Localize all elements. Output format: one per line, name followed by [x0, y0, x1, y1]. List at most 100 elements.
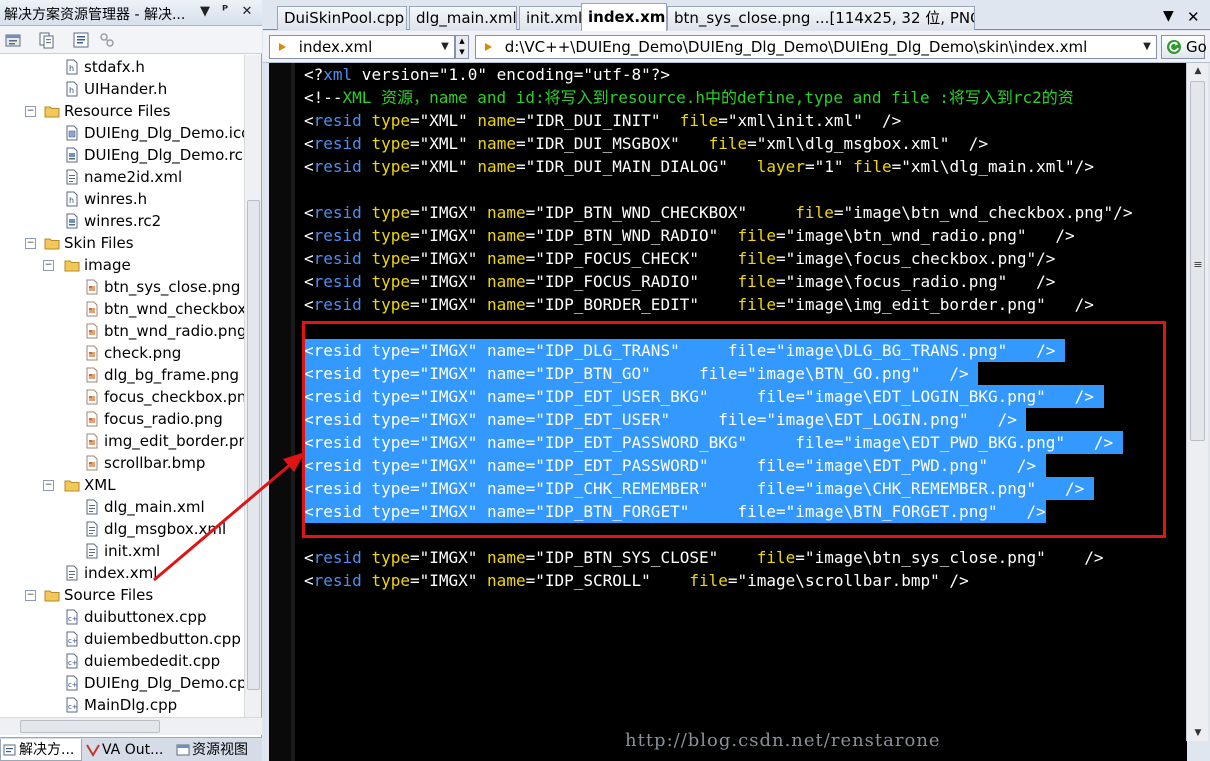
code-line-text: <resid type="IMGX" name="IDP_FOCUS_CHECK…: [304, 249, 1056, 268]
file-combo-dropdown-icon[interactable]: ▼: [436, 36, 454, 58]
tree-item[interactable]: h winres.h: [64, 188, 147, 210]
class-diagram-button[interactable]: [96, 30, 118, 50]
collapse-toggle-icon[interactable]: −: [25, 238, 36, 249]
scroll-up-icon[interactable]: ▲: [1187, 63, 1209, 79]
tree-item[interactable]: Source Files: [44, 584, 153, 606]
view-code-button[interactable]: [70, 30, 92, 50]
tree-item[interactable]: XML: [64, 474, 116, 496]
tree-item[interactable]: c+ duiembedbutton.cpp: [64, 628, 241, 650]
path-combo[interactable]: d:\VC++\DUIEng_Demo\DUIEng_Dlg_Demo\DUIE…: [475, 35, 1157, 59]
tree-item[interactable]: h stdafx.h: [64, 56, 145, 78]
tab-duiskinpool-cpp[interactable]: DuiSkinPool.cpp: [277, 6, 407, 30]
tree-item[interactable]: DUIEng_Dlg_Demo.ico: [64, 122, 244, 144]
code-line[interactable]: <resid type="IMGX" name="IDP_FOCUS_CHECK…: [304, 247, 1055, 270]
path-combo-dropdown-icon[interactable]: ▼: [1138, 36, 1156, 58]
tab-list-dropdown-icon[interactable]: ▼: [1163, 8, 1174, 24]
image-file-icon: [84, 433, 100, 449]
tree-item[interactable]: name2id.xml: [64, 166, 182, 188]
code-line[interactable]: <?xml version="1.0" encoding="utf-8"?>: [304, 63, 670, 86]
tree-item[interactable]: c+ MainDlg.cpp: [64, 694, 177, 716]
properties-button[interactable]: [3, 30, 25, 50]
tree-horizontal-scrollbar[interactable]: [0, 717, 262, 735]
tab-solution-explorer[interactable]: 解决方...: [0, 739, 82, 761]
folder-icon: [44, 103, 60, 119]
svg-text:c+: c+: [68, 637, 78, 645]
tree-item[interactable]: index.xml: [64, 562, 157, 584]
code-line[interactable]: <resid type="XML" name="IDR_DUI_MAIN_DIA…: [304, 155, 1094, 178]
cpp-file-icon: c+: [64, 609, 80, 625]
scroll-down-icon[interactable]: ▼: [1187, 725, 1209, 741]
go-button[interactable]: Go: [1161, 35, 1207, 59]
code-line[interactable]: <resid type="IMGX" name="IDP_SCROLL" fil…: [304, 569, 969, 592]
code-line[interactable]: <resid type="IMGX" name="IDP_BORDER_EDIT…: [304, 293, 1094, 316]
file-combo-spinner[interactable]: ▲ ▼: [455, 35, 469, 59]
tree-item[interactable]: check.png: [84, 342, 181, 364]
tree-item[interactable]: dlg_msgbox.xml: [84, 518, 226, 540]
code-line[interactable]: <resid type="XML" name="IDR_DUI_MSGBOX" …: [304, 132, 988, 155]
solution-explorer-titlebar: 解决方案资源管理器 - 解决... ▼ ᴾ ✕: [0, 0, 262, 26]
file-combo-value: index.xml: [298, 38, 373, 56]
tree-item-label: image: [84, 256, 131, 274]
tree-item[interactable]: image: [64, 254, 131, 276]
tree-item[interactable]: init.xml: [84, 540, 160, 562]
svg-text:c+: c+: [68, 703, 78, 711]
tree-item[interactable]: winres.rc2: [64, 210, 161, 232]
code-line[interactable]: <resid type="XML" name="IDR_DUI_INIT" fi…: [304, 109, 901, 132]
code-line-text: <resid type="XML" name="IDR_DUI_MSGBOX" …: [304, 134, 988, 153]
arrow-right-icon: [485, 43, 492, 51]
tree-vertical-scroll-thumb[interactable]: [247, 200, 260, 690]
tab-resource-view[interactable]: 资源视图: [174, 739, 262, 761]
tree-item[interactable]: dlg_bg_frame.png: [84, 364, 239, 386]
pin-icon[interactable]: ᴾ: [216, 3, 234, 21]
tree-item[interactable]: btn_wnd_checkbox.png: [84, 298, 244, 320]
xml-file-icon: [84, 521, 100, 537]
tree-item[interactable]: Resource Files: [44, 100, 170, 122]
close-panel-icon[interactable]: ✕: [238, 3, 256, 21]
collapse-toggle-icon[interactable]: −: [43, 480, 54, 491]
code-line[interactable]: <resid type="IMGX" name="IDP_FOCUS_RADIO…: [304, 270, 1055, 293]
image-file-icon: [84, 279, 100, 295]
solution-icon: [3, 744, 16, 756]
tab-index-xml[interactable]: index.xml: [581, 3, 667, 31]
tree-item-label: Skin Files: [64, 234, 134, 252]
close-document-icon[interactable]: ✕: [1187, 8, 1200, 26]
collapse-toggle-icon[interactable]: −: [25, 590, 36, 601]
image-file-icon: [84, 323, 100, 339]
tab-va-outline[interactable]: VA Out...: [84, 739, 172, 761]
editor-vertical-scrollbar[interactable]: ▲ ≡ ▼: [1186, 63, 1208, 741]
cpp-file-icon: c+: [64, 653, 80, 669]
editor-gutter[interactable]: [269, 63, 291, 761]
view-code-icon: [73, 32, 89, 48]
tree-item[interactable]: c+ duibuttonex.cpp: [64, 606, 207, 628]
collapse-toggle-icon[interactable]: −: [43, 260, 54, 271]
tree-item[interactable]: dlg_main.xml: [84, 496, 205, 518]
code-line[interactable]: <!--XML 资源，name and id:将写入到resource.h中的d…: [304, 86, 1074, 109]
tree-item[interactable]: scrollbar.bmp: [84, 452, 205, 474]
tree-item[interactable]: btn_sys_close.png: [84, 276, 240, 298]
tree-item[interactable]: Skin Files: [44, 232, 134, 254]
tree-item[interactable]: c+ duiembededit.cpp: [64, 650, 220, 672]
xml-file-icon: [84, 499, 100, 515]
code-line[interactable]: <resid type="IMGX" name="IDP_BTN_WND_CHE…: [304, 201, 1132, 224]
tree-item[interactable]: focus_radio.png: [84, 408, 223, 430]
tree-item-label: focus_checkbox.png: [104, 388, 244, 406]
xml-file-icon: [64, 565, 80, 581]
tab-btn-sys-close-png[interactable]: btn_sys_close.png ...[114x25, 32 位, PNG]: [667, 6, 975, 30]
code-line[interactable]: <resid type="IMGX" name="IDP_BTN_WND_RAD…: [304, 224, 1075, 247]
tree-item[interactable]: img_edit_border.png: [84, 430, 244, 452]
file-combo[interactable]: index.xml ▼: [269, 35, 455, 59]
tree-vertical-scrollbar[interactable]: [244, 55, 261, 717]
collapse-toggle-icon[interactable]: −: [25, 106, 36, 117]
resource-file-icon: [64, 147, 80, 163]
tree-item[interactable]: DUIEng_Dlg_Demo.rc2: [64, 144, 244, 166]
tree-item[interactable]: c+ DUIEng_Dlg_Demo.cpp: [64, 672, 244, 694]
tree-item[interactable]: focus_checkbox.png: [84, 386, 244, 408]
tab-dlg-main-xml[interactable]: dlg_main.xml: [409, 6, 517, 30]
show-all-files-button[interactable]: [36, 30, 58, 50]
tree-item[interactable]: h UIHander.h: [64, 78, 167, 100]
panel-menu-dropdown-icon[interactable]: ▼: [196, 3, 214, 21]
tab-init-xml[interactable]: init.xml: [519, 6, 583, 30]
code-line[interactable]: <resid type="IMGX" name="IDP_BTN_SYS_CLO…: [304, 546, 1104, 569]
tree-item[interactable]: btn_wnd_radio.png: [84, 320, 244, 342]
tree-horizontal-scroll-thumb[interactable]: [20, 720, 160, 733]
